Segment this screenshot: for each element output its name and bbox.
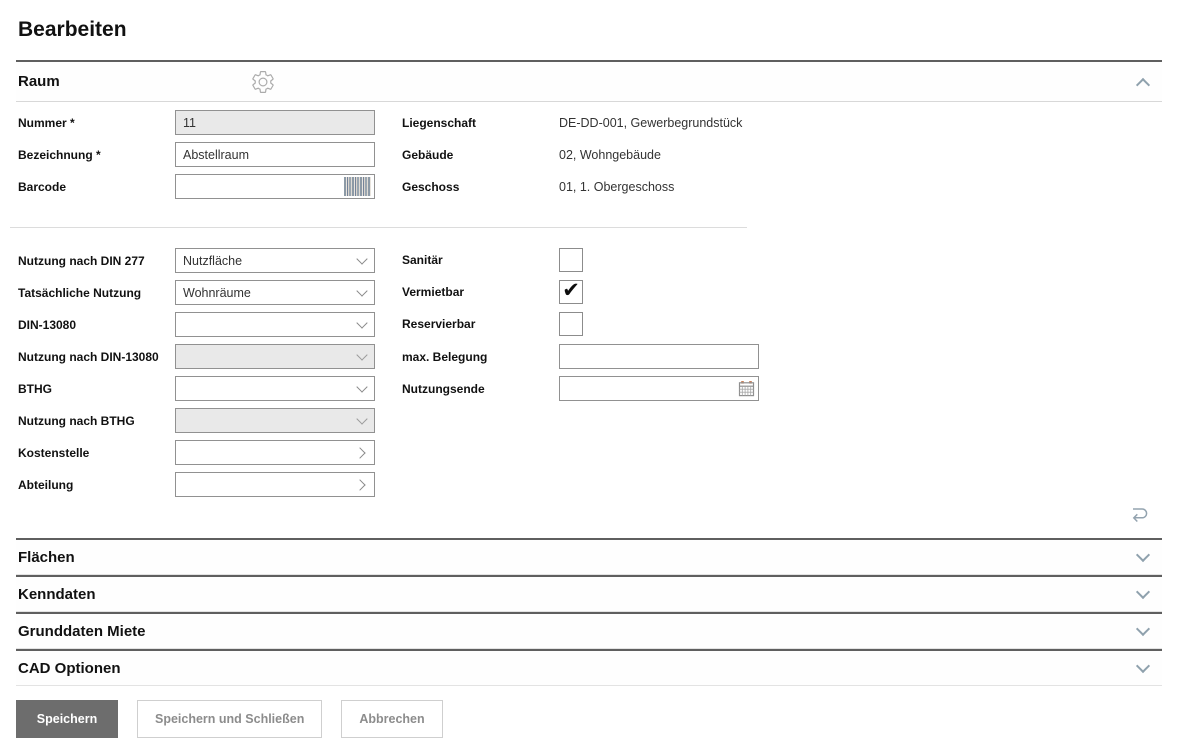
chevron-right-icon — [354, 447, 365, 458]
tatsaechliche-nutzung-select[interactable]: Wohnräume — [175, 280, 375, 305]
chevron-down-icon — [356, 349, 367, 360]
max-belegung-input[interactable] — [559, 344, 759, 369]
section-cad-optionen-header[interactable]: CAD Optionen — [16, 651, 1162, 686]
bezeichnung-label: Bezeichnung * — [18, 148, 175, 162]
geschoss-label: Geschoss — [402, 180, 559, 194]
abteilung-label: Abteilung — [18, 478, 175, 492]
check-icon: ✔ — [562, 280, 580, 301]
chevron-down-icon[interactable] — [1136, 548, 1150, 562]
nutzung-bthg-select — [175, 408, 375, 433]
section-grunddaten-miete: Grunddaten Miete — [16, 612, 1162, 649]
din13080-label: DIN-13080 — [18, 318, 175, 332]
nutzung-din277-label: Nutzung nach DIN 277 — [18, 254, 175, 268]
section-grunddaten-miete-title: Grunddaten Miete — [16, 623, 146, 640]
nutzung-din277-value: Nutzfläche — [183, 254, 242, 268]
field-row-max-belegung: max. Belegung — [400, 344, 820, 369]
field-row-reservierbar: Reservierbar — [400, 312, 820, 336]
field-row-nutzungsende: Nutzungsende — [400, 376, 820, 401]
chevron-down-icon[interactable] — [1136, 585, 1150, 599]
field-row-nutzung-bthg: Nutzung nach BTHG — [16, 408, 1162, 433]
section-cad-optionen: CAD Optionen — [16, 649, 1162, 686]
section-raum: Raum Nummer * Bezeichnung * — [16, 60, 1162, 538]
save-button[interactable]: Speichern — [16, 700, 118, 738]
calendar-icon[interactable] — [738, 380, 755, 402]
chevron-right-icon — [354, 479, 365, 490]
nummer-label: Nummer * — [18, 116, 175, 130]
chevron-down-icon[interactable] — [1136, 659, 1150, 673]
nutzungsende-input[interactable] — [559, 376, 759, 401]
field-row-geschoss: Geschoss 01, 1. Obergeschoss — [400, 174, 820, 199]
page-title: Bearbeiten — [18, 15, 1162, 45]
bthg-label: BTHG — [18, 382, 175, 396]
section-kenndaten: Kenndaten — [16, 575, 1162, 612]
chevron-down-icon[interactable] — [1136, 622, 1150, 636]
field-row-kostenstelle: Kostenstelle — [16, 440, 1162, 465]
max-belegung-label: max. Belegung — [402, 350, 559, 364]
reservierbar-label: Reservierbar — [402, 317, 559, 331]
section-kenndaten-header[interactable]: Kenndaten — [16, 577, 1162, 612]
din13080-select[interactable] — [175, 312, 375, 337]
chevron-down-icon — [356, 285, 367, 296]
tatsaechliche-nutzung-value: Wohnräume — [183, 286, 251, 300]
section-raum-header[interactable]: Raum — [16, 62, 1162, 102]
undo-icon[interactable] — [1128, 504, 1150, 528]
nutzung-din13080-label: Nutzung nach DIN-13080 — [18, 350, 175, 364]
edit-page: Bearbeiten Raum Nummer * Bezeichnung * — [0, 0, 1178, 738]
nutzung-bthg-label: Nutzung nach BTHG — [18, 414, 175, 428]
barcode-label: Barcode — [18, 180, 175, 194]
barcode-field — [175, 174, 375, 199]
bthg-select[interactable] — [175, 376, 375, 401]
gebaeude-value: 02, Wohngebäude — [559, 148, 661, 162]
section-cad-optionen-title: CAD Optionen — [16, 660, 121, 677]
footer-button-bar: Speichern Speichern und Schließen Abbrec… — [16, 700, 1162, 738]
raum-readonly-column: Liegenschaft DE-DD-001, Gewerbegrundstüc… — [400, 110, 820, 206]
section-raum-body: Nummer * Bezeichnung * Barcode L — [16, 102, 1162, 538]
vermietbar-checkbox[interactable]: ✔ — [559, 280, 583, 304]
group-divider — [10, 227, 747, 228]
field-row-sanitaer: Sanitär — [400, 248, 820, 272]
chevron-down-icon — [356, 253, 367, 264]
raum-top-group: Nummer * Bezeichnung * Barcode L — [16, 110, 1162, 199]
section-raum-title: Raum — [16, 73, 60, 90]
abteilung-lookup[interactable] — [175, 472, 375, 497]
barcode-icon — [344, 177, 371, 196]
nutzungsende-field — [559, 376, 759, 401]
raum-options-column: Sanitär Vermietbar ✔ Reservierbar — [400, 248, 820, 408]
nutzungsende-label: Nutzungsende — [402, 382, 559, 396]
field-row-vermietbar: Vermietbar ✔ — [400, 280, 820, 304]
gebaeude-label: Gebäude — [402, 148, 559, 162]
section-flaechen-header[interactable]: Flächen — [16, 540, 1162, 575]
tatsaechliche-nutzung-label: Tatsächliche Nutzung — [18, 286, 175, 300]
save-and-close-button[interactable]: Speichern und Schließen — [137, 700, 322, 738]
sanitaer-checkbox[interactable] — [559, 248, 583, 272]
section-kenndaten-title: Kenndaten — [16, 586, 96, 603]
chevron-down-icon — [356, 413, 367, 424]
field-row-gebaeude: Gebäude 02, Wohngebäude — [400, 142, 820, 167]
field-row-abteilung: Abteilung — [16, 472, 1162, 497]
nummer-input — [175, 110, 375, 135]
kostenstelle-label: Kostenstelle — [18, 446, 175, 460]
kostenstelle-lookup[interactable] — [175, 440, 375, 465]
bezeichnung-input[interactable] — [175, 142, 375, 167]
nutzung-din13080-select — [175, 344, 375, 369]
liegenschaft-value: DE-DD-001, Gewerbegrundstück — [559, 116, 742, 130]
reservierbar-checkbox[interactable] — [559, 312, 583, 336]
cancel-button[interactable]: Abbrechen — [341, 700, 442, 738]
sanitaer-label: Sanitär — [402, 253, 559, 267]
section-flaechen-title: Flächen — [16, 549, 75, 566]
gear-icon[interactable] — [250, 69, 276, 95]
section-grunddaten-miete-header[interactable]: Grunddaten Miete — [16, 614, 1162, 649]
vermietbar-label: Vermietbar — [402, 285, 559, 299]
undo-row — [16, 504, 1162, 528]
chevron-down-icon — [356, 381, 367, 392]
section-flaechen: Flächen — [16, 538, 1162, 575]
liegenschaft-label: Liegenschaft — [402, 116, 559, 130]
chevron-down-icon — [356, 317, 367, 328]
geschoss-value: 01, 1. Obergeschoss — [559, 180, 674, 194]
raum-bottom-group: Nutzung nach DIN 277 Nutzfläche Tatsächl… — [16, 248, 1162, 497]
nutzung-din277-select[interactable]: Nutzfläche — [175, 248, 375, 273]
field-row-liegenschaft: Liegenschaft DE-DD-001, Gewerbegrundstüc… — [400, 110, 820, 135]
chevron-up-icon[interactable] — [1136, 78, 1150, 92]
